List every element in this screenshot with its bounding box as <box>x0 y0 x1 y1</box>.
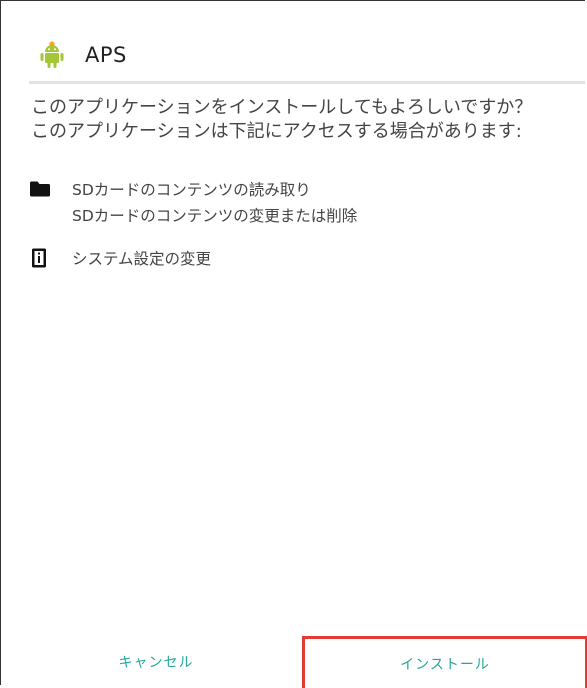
dialog-header: APS <box>29 37 127 73</box>
question-line-2: このアプリケーションは下記にアクセスする場合があります: <box>31 121 522 142</box>
install-question: このアプリケーションをインストールしてもよろしいですか？ このアプリケーションは… <box>31 96 587 144</box>
folder-icon <box>29 179 51 199</box>
install-button[interactable]: インストール <box>302 636 587 688</box>
install-dialog: APS このアプリケーションをインストールしてもよろしいですか？ このアプリケー… <box>0 0 587 688</box>
permission-storage-text: SDカードのコンテンツの読み取り SDカードのコンテンツの変更または削除 <box>72 177 357 229</box>
app-name: APS <box>85 43 127 67</box>
permission-settings-text: システム設定の変更 <box>72 246 211 272</box>
android-robot-icon <box>39 41 65 69</box>
permission-storage-modify: SDカードのコンテンツの変更または削除 <box>72 207 358 225</box>
question-line-1: このアプリケーションをインストールしてもよろしいですか？ <box>31 97 533 118</box>
permission-settings: システム設定の変更 <box>29 246 211 272</box>
permission-storage: SDカードのコンテンツの読み取り SDカードのコンテンツの変更または削除 <box>29 177 357 229</box>
cancel-button[interactable]: キャンセル <box>31 636 281 688</box>
permission-storage-read: SDカードのコンテンツの読み取り <box>72 181 311 199</box>
permission-settings-modify: システム設定の変更 <box>72 250 212 268</box>
settings-device-icon <box>29 248 51 268</box>
header-divider <box>29 81 585 84</box>
